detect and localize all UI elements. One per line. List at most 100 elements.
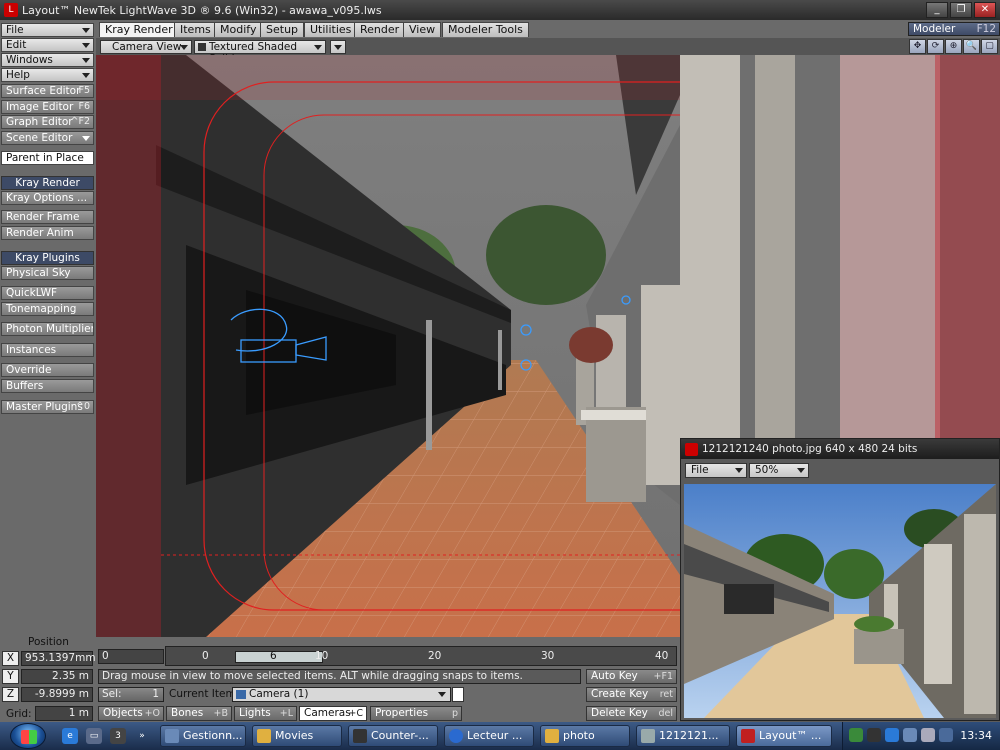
- auto-key-button[interactable]: Auto Key +F1: [586, 669, 677, 684]
- objects-shortcut: +O: [144, 708, 160, 719]
- taskbar-item-label: Gestionn...: [183, 729, 243, 742]
- tab-items[interactable]: Items: [174, 22, 217, 37]
- photon-multiplier-button[interactable]: Photon Multiplier: [1, 322, 94, 336]
- shading-icon: [198, 43, 206, 51]
- image-editor-label: Image Editor: [6, 101, 74, 113]
- view-mode-select[interactable]: Camera View: [100, 40, 192, 54]
- auto-key-shortcut: +F1: [653, 671, 673, 682]
- zoom-select[interactable]: 50%: [749, 463, 809, 478]
- more-quicklaunch-icon[interactable]: »: [134, 728, 150, 744]
- zoom-value: 50%: [755, 464, 779, 476]
- tonemapping-button[interactable]: Tonemapping: [1, 302, 94, 316]
- tab-modeler-tools[interactable]: Modeler Tools: [442, 22, 529, 37]
- z-axis-toggle[interactable]: Z: [2, 687, 19, 702]
- taskbar-item-lecteur[interactable]: Lecteur ...: [444, 725, 534, 747]
- title-bar: L Layout™ NewTek LightWave 3D ® 9.6 (Win…: [0, 0, 1000, 20]
- shield-icon[interactable]: [903, 728, 917, 742]
- zoom-view-icon[interactable]: ⊕: [945, 39, 962, 54]
- graph-editor-button[interactable]: Graph Editor ^F2: [1, 115, 94, 129]
- view-mode-value: Camera View: [112, 41, 182, 53]
- ie-icon[interactable]: e: [62, 728, 78, 744]
- current-frame-field[interactable]: 0: [98, 649, 164, 664]
- item-options-button[interactable]: [452, 687, 464, 702]
- scene-editor-button[interactable]: Scene Editor: [1, 131, 94, 145]
- camera-viewport[interactable]: [96, 55, 680, 637]
- delete-key-label: Delete Key: [591, 707, 648, 719]
- battery-icon[interactable]: [939, 728, 953, 742]
- taskbar-item-layout[interactable]: Layout™ ...: [736, 725, 832, 747]
- taskbar-item-gestionnaire[interactable]: Gestionn...: [160, 725, 246, 747]
- y-position-input[interactable]: 2.35 m: [21, 669, 93, 684]
- tab-kray-render[interactable]: Kray Render: [99, 22, 179, 37]
- start-button[interactable]: [10, 723, 46, 749]
- z-position-input[interactable]: -9.8999 m: [21, 687, 93, 702]
- timeline-slider[interactable]: 0 6 10 20 30 40: [165, 646, 677, 666]
- camera-icon: [236, 690, 246, 699]
- tab-utilities[interactable]: Utilities: [304, 22, 358, 37]
- lights-button[interactable]: Lights +L: [234, 706, 297, 721]
- grid-size-input[interactable]: 1 m: [35, 706, 93, 721]
- windows-menu[interactable]: Windows: [1, 53, 94, 67]
- modeler-label: Modeler: [913, 23, 956, 35]
- help-menu[interactable]: Help: [1, 68, 94, 82]
- override-button[interactable]: Override: [1, 363, 94, 377]
- tick-label: 40: [655, 650, 669, 662]
- y-axis-toggle[interactable]: Y: [2, 669, 19, 684]
- quicklwf-button[interactable]: QuickLWF: [1, 286, 94, 300]
- minimize-button[interactable]: _: [926, 2, 948, 18]
- messenger-icon[interactable]: [885, 728, 899, 742]
- rotate-view-icon[interactable]: ⟳: [927, 39, 944, 54]
- taskbar-item-photo[interactable]: photo: [540, 725, 630, 747]
- show-desktop-icon[interactable]: ▭: [86, 728, 102, 744]
- current-item-select[interactable]: Camera (1): [232, 687, 451, 702]
- tab-modify[interactable]: Modify: [214, 22, 263, 37]
- taskbar-item-image[interactable]: 1212121...: [636, 725, 730, 747]
- volume-icon[interactable]: [921, 728, 935, 742]
- delete-key-button[interactable]: Delete Key del: [586, 706, 677, 721]
- shading-select[interactable]: Textured Shaded Solid: [194, 40, 326, 65]
- bones-button[interactable]: Bones +B: [166, 706, 232, 721]
- help-menu-label: Help: [6, 69, 30, 81]
- chevron-down-icon: [82, 58, 90, 63]
- image-viewer-file-menu[interactable]: File: [685, 463, 747, 478]
- image-viewer-file-label: File: [691, 464, 709, 476]
- zoom-search-icon[interactable]: 🔍: [963, 39, 980, 54]
- physical-sky-button[interactable]: Physical Sky: [1, 266, 94, 280]
- maximize-button[interactable]: ❐: [950, 2, 972, 18]
- surface-editor-button[interactable]: Surface Editor F5: [1, 84, 94, 98]
- render-frame-button[interactable]: Render Frame: [1, 210, 94, 224]
- objects-button[interactable]: Objects +O: [98, 706, 164, 721]
- instances-button[interactable]: Instances: [1, 343, 94, 357]
- lightwave-quicklaunch-icon[interactable]: 3: [110, 728, 126, 744]
- taskbar-item-movies[interactable]: Movies: [252, 725, 342, 747]
- file-menu[interactable]: File: [1, 23, 94, 37]
- edit-menu-label: Edit: [6, 39, 27, 51]
- x-position-input[interactable]: 953.1397mm: [21, 651, 96, 666]
- properties-button[interactable]: Properties p: [370, 706, 462, 721]
- viewport-options-dropdown[interactable]: [330, 40, 346, 54]
- close-button[interactable]: ✕: [974, 2, 996, 18]
- tray-app-icon[interactable]: [867, 728, 881, 742]
- x-axis-toggle[interactable]: X: [2, 651, 19, 666]
- cameras-button[interactable]: Cameras +C: [299, 706, 367, 721]
- tab-setup[interactable]: Setup: [260, 22, 305, 37]
- network-icon[interactable]: [849, 728, 863, 742]
- taskbar-item-counter[interactable]: Counter-...: [348, 725, 438, 747]
- image-editor-button[interactable]: Image Editor F6: [1, 100, 94, 114]
- reference-photo: [684, 484, 996, 718]
- kray-options-button[interactable]: Kray Options ...: [1, 191, 94, 205]
- move-view-icon[interactable]: ✥: [909, 39, 926, 54]
- render-anim-button[interactable]: Render Anim: [1, 226, 94, 240]
- parent-in-place-button[interactable]: Parent in Place: [1, 151, 94, 165]
- master-plugins-button[interactable]: Master Plugins ^0: [1, 400, 94, 414]
- cameras-label: Cameras: [304, 707, 351, 719]
- tab-view[interactable]: View: [403, 22, 442, 37]
- create-key-button[interactable]: Create Key ret: [586, 687, 677, 702]
- buffers-button[interactable]: Buffers: [1, 379, 94, 393]
- edit-menu[interactable]: Edit: [1, 38, 94, 52]
- modeler-button[interactable]: Modeler F12: [908, 22, 1000, 36]
- timeline-thumb[interactable]: [235, 651, 323, 663]
- maximize-view-icon[interactable]: ▢: [981, 39, 998, 54]
- auto-key-label: Auto Key: [591, 670, 638, 682]
- tab-render[interactable]: Render: [354, 22, 406, 37]
